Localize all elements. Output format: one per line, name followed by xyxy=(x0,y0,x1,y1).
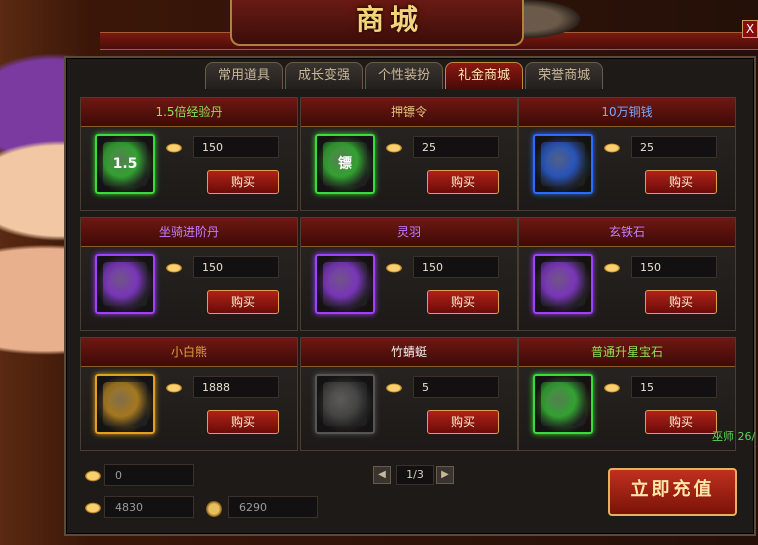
buy-button[interactable]: 购买 xyxy=(207,410,279,434)
item-slot[interactable]: 1.5 xyxy=(95,134,155,194)
item-price: 150 xyxy=(413,256,499,278)
gift-gold-balance: 4830 xyxy=(104,496,194,518)
buy-button[interactable]: 购买 xyxy=(427,410,499,434)
item-price: 5 xyxy=(413,376,499,398)
item-name: 小白熊 xyxy=(81,338,297,367)
iron-stone-icon xyxy=(541,262,585,306)
gold-icon xyxy=(385,263,403,273)
escort-token-icon: 镖 xyxy=(323,142,367,186)
item-card: 灵羽 150 购买 xyxy=(300,217,518,331)
page-indicator: 1/3 xyxy=(396,465,434,485)
item-slot[interactable] xyxy=(315,254,375,314)
gold-icon xyxy=(165,263,183,273)
honor-icon xyxy=(205,500,223,518)
gold-icon xyxy=(385,383,403,393)
item-grid: 1.5倍经验丹 1.5 150 购买 押镖令镖 25 购买 10万铜钱 25 购买 坐骑进阶丹 150… xyxy=(80,97,736,452)
mount-pill-icon xyxy=(103,262,147,306)
prev-page-button[interactable]: ◀ xyxy=(373,466,391,484)
item-slot[interactable]: 镖 xyxy=(315,134,375,194)
item-price: 15 xyxy=(631,376,717,398)
item-card: 1.5倍经验丹 1.5 150 购买 xyxy=(80,97,298,211)
tab-honor-shop[interactable]: 荣誉商城 xyxy=(525,62,604,89)
star-gem-icon xyxy=(541,382,585,426)
item-price: 1888 xyxy=(193,376,279,398)
item-card: 押镖令镖 25 购买 xyxy=(300,97,518,211)
close-button[interactable]: X xyxy=(742,20,758,38)
gold-icon xyxy=(603,263,621,273)
buy-button[interactable]: 购买 xyxy=(207,170,279,194)
item-card: 普通升星宝石 15 购买 xyxy=(518,337,736,451)
buy-button[interactable]: 购买 xyxy=(645,410,717,434)
tab-bar: 常用道具 成长变强 个性装扮 礼金商城 荣誉商城 xyxy=(205,62,604,90)
item-slot[interactable] xyxy=(533,254,593,314)
window-title: 商城 xyxy=(355,3,424,36)
buy-button[interactable]: 购买 xyxy=(645,290,717,314)
ingot-balance: 0 xyxy=(104,464,194,486)
buy-button[interactable]: 购买 xyxy=(207,290,279,314)
exp-pill-icon: 1.5 xyxy=(103,142,147,186)
gift-gold-icon xyxy=(84,502,102,514)
item-slot[interactable] xyxy=(95,254,155,314)
buy-button[interactable]: 购买 xyxy=(645,170,717,194)
gold-icon xyxy=(603,383,621,393)
item-name: 灵羽 xyxy=(301,218,517,247)
item-card: 小白熊 1888 购买 xyxy=(80,337,298,451)
recharge-button[interactable]: 立即充值 xyxy=(608,468,737,516)
tab-appearance[interactable]: 个性装扮 xyxy=(365,62,444,89)
gold-icon xyxy=(165,383,183,393)
gold-icon xyxy=(603,143,621,153)
item-card: 坐骑进阶丹 150 购买 xyxy=(80,217,298,331)
item-name: 10万铜钱 xyxy=(519,98,735,127)
next-page-button[interactable]: ▶ xyxy=(436,466,454,484)
side-label: 巫师 26/ xyxy=(712,430,756,443)
buy-button[interactable]: 购买 xyxy=(427,170,499,194)
gold-icon xyxy=(385,143,403,153)
tab-growth[interactable]: 成长变强 xyxy=(285,62,364,89)
gold-icon xyxy=(165,143,183,153)
item-name: 1.5倍经验丹 xyxy=(81,98,297,127)
bamboo-dragonfly-icon xyxy=(323,382,367,426)
tab-common-items[interactable]: 常用道具 xyxy=(205,62,284,89)
feather-icon xyxy=(323,262,367,306)
item-price: 150 xyxy=(193,256,279,278)
item-name: 押镖令 xyxy=(301,98,517,127)
item-name: 竹蜻蜓 xyxy=(301,338,517,367)
item-slot[interactable] xyxy=(315,374,375,434)
item-slot[interactable] xyxy=(533,374,593,434)
item-name: 坐骑进阶丹 xyxy=(81,218,297,247)
copper-coin-icon xyxy=(541,142,585,186)
item-price: 25 xyxy=(413,136,499,158)
item-slot[interactable] xyxy=(533,134,593,194)
item-name: 普通升星宝石 xyxy=(519,338,735,367)
item-card: 10万铜钱 25 购买 xyxy=(518,97,736,211)
item-price: 150 xyxy=(631,256,717,278)
item-card: 玄铁石 150 购买 xyxy=(518,217,736,331)
buy-button[interactable]: 购买 xyxy=(427,290,499,314)
item-card: 竹蜻蜓 5 购买 xyxy=(300,337,518,451)
ingot-icon xyxy=(84,470,102,482)
tab-gift-shop[interactable]: 礼金商城 xyxy=(445,62,524,89)
item-slot[interactable] xyxy=(95,374,155,434)
item-price: 25 xyxy=(631,136,717,158)
honor-balance: 6290 xyxy=(228,496,318,518)
item-price: 150 xyxy=(193,136,279,158)
white-bear-icon xyxy=(103,382,147,426)
item-name: 玄铁石 xyxy=(519,218,735,247)
